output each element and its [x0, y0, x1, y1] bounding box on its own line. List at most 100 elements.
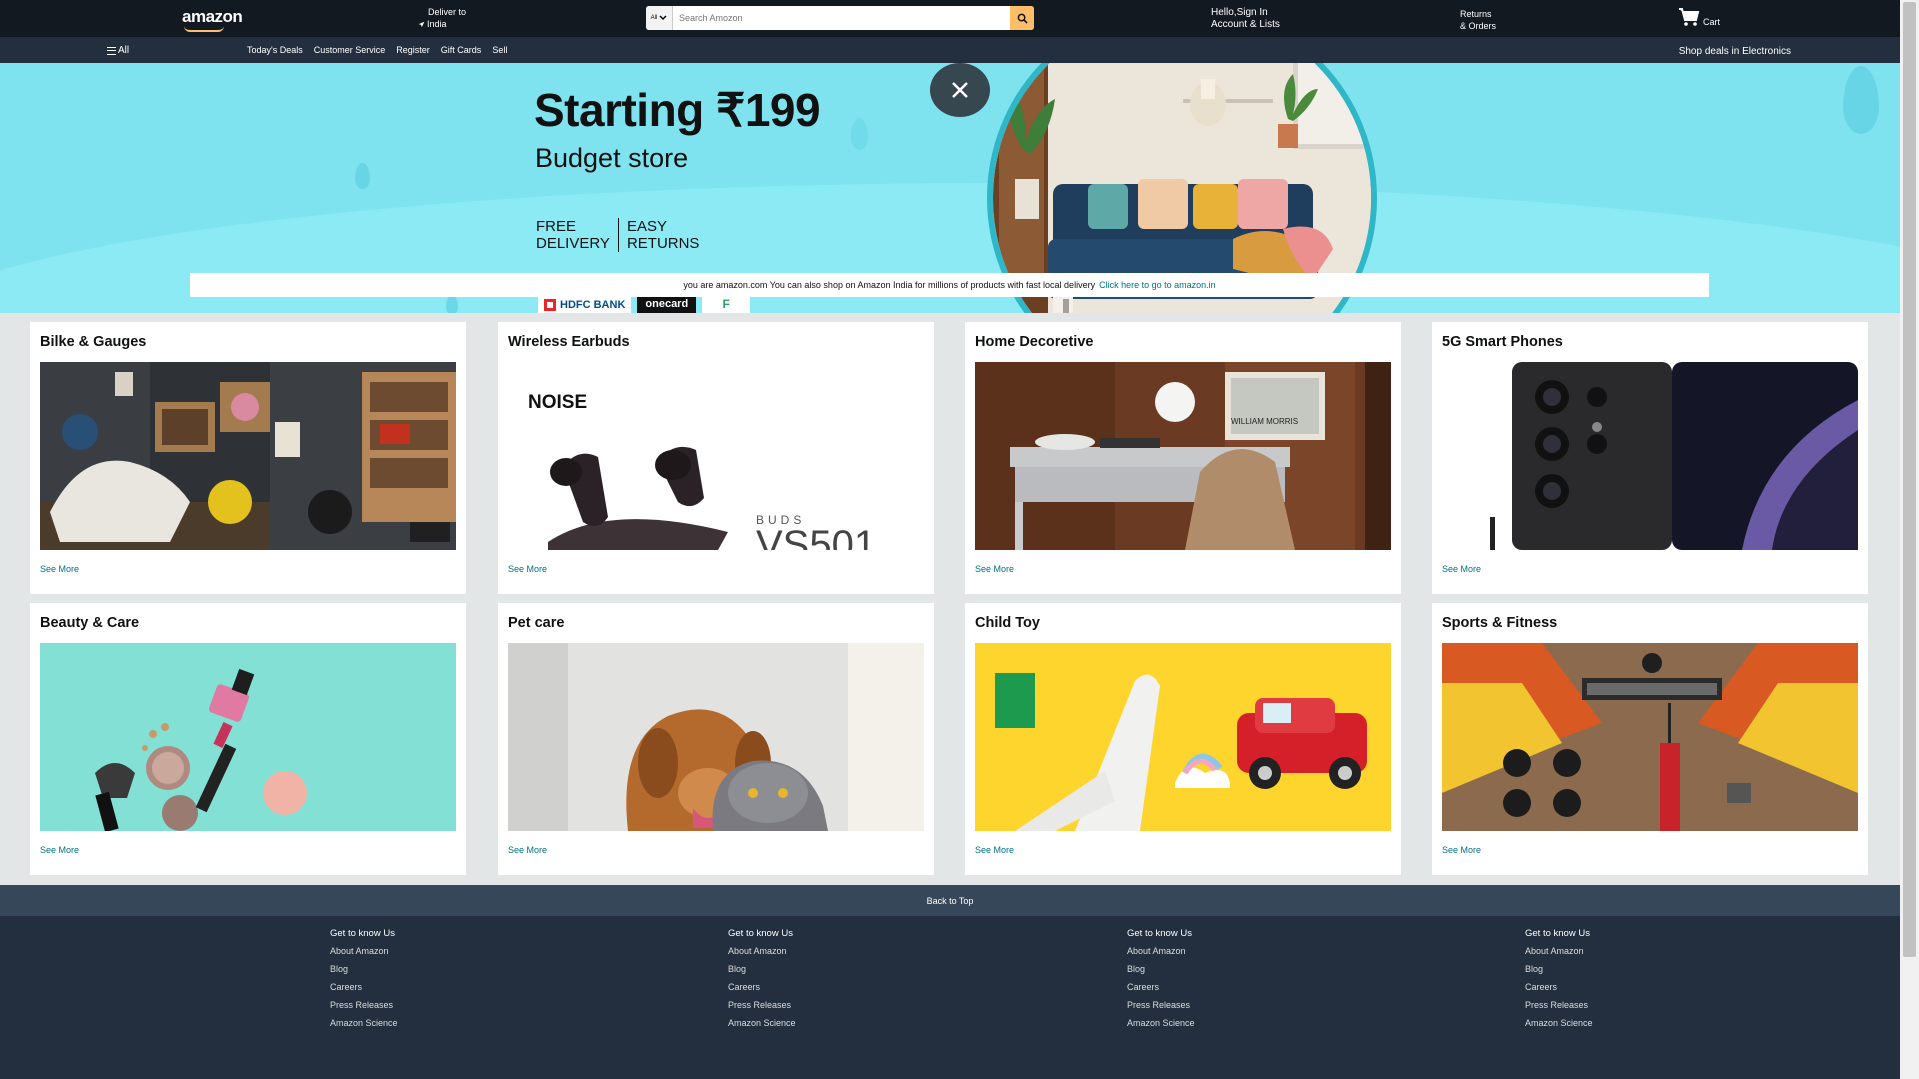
easy-label: EASY — [626, 218, 667, 235]
location-pin-icon — [418, 21, 425, 27]
pet-care-image[interactable] — [508, 643, 924, 831]
returns-label: Returns — [1460, 9, 1492, 19]
footer-link-press[interactable]: Press Releases — [1525, 1000, 1593, 1010]
see-more-link[interactable]: See More — [40, 564, 79, 574]
noise-brand-text: NOISE — [528, 392, 587, 413]
footer-link-press[interactable]: Press Releases — [728, 1000, 796, 1010]
card-title: Beauty & Care — [40, 615, 140, 631]
category-card-child-toy: Child Toy See More — [965, 603, 1401, 875]
notice-text: you are amazon.com You can also shop on … — [683, 280, 1096, 290]
wireless-earbuds-image[interactable]: NOISE BUDS VS501 — [508, 362, 924, 550]
search-input[interactable] — [673, 6, 1010, 30]
see-more-link[interactable]: See More — [508, 564, 547, 574]
bank-offers-strip: HDFC BANK onecard F — [538, 297, 751, 313]
footer-column-heading: Get to know Us — [330, 928, 395, 939]
hdfc-bank-logo: HDFC BANK — [538, 297, 632, 313]
home-decorative-image[interactable]: WILLIAM MORRIS — [975, 362, 1391, 550]
5g-smartphones-image[interactable] — [1442, 362, 1858, 550]
footer-column: Get to know Us About Amazon Blog Careers… — [1127, 928, 1195, 1036]
onecard-logo: onecard — [637, 297, 697, 313]
footer-link-about[interactable]: About Amazon — [1525, 946, 1593, 956]
footer-link-blog[interactable]: Blog — [728, 964, 796, 974]
category-card-sports: Sports & Fitness See More — [1432, 603, 1868, 875]
water-drop-decoration — [1843, 66, 1879, 134]
footer-link-press[interactable]: Press Releases — [1127, 1000, 1195, 1010]
footer-link-careers[interactable]: Careers — [728, 982, 796, 992]
category-card-smartphones: 5G Smart Phones See More — [1432, 322, 1868, 594]
close-icon — [952, 82, 968, 98]
subnav-link-customer-service[interactable]: Customer Service — [314, 45, 386, 55]
see-more-link[interactable]: See More — [508, 845, 547, 855]
footer-link-blog[interactable]: Blog — [1525, 964, 1593, 974]
cart-button[interactable]: Cart — [1678, 7, 1720, 27]
search-icon — [1017, 13, 1028, 24]
see-more-link[interactable]: See More — [975, 845, 1014, 855]
sports-fitness-image[interactable] — [1442, 643, 1858, 831]
deliver-to[interactable]: Deliver to India — [418, 6, 466, 30]
footer-link-blog[interactable]: Blog — [330, 964, 398, 974]
footer-link-careers[interactable]: Careers — [1525, 982, 1593, 992]
card-title: 5G Smart Phones — [1442, 334, 1563, 350]
account-lists[interactable]: Hello,Sign In Account & Lists — [1211, 7, 1280, 31]
card-title: Home Decoretive — [975, 334, 1094, 350]
free-label: FREE — [536, 218, 577, 235]
footer-link-careers[interactable]: Careers — [330, 982, 398, 992]
child-toy-image[interactable] — [975, 643, 1391, 831]
card-title: Child Toy — [975, 615, 1040, 631]
hero-banner[interactable]: Starting ₹199 Budget store FREE DELIVERY… — [0, 63, 1900, 313]
account-lists-label: Account & Lists — [1211, 19, 1280, 30]
deliver-country: India — [427, 19, 447, 29]
top-navbar: amazon Deliver to India All Hello,Sign I… — [0, 0, 1900, 37]
chevron-down-icon — [659, 15, 667, 21]
hdfc-icon — [544, 299, 556, 311]
footer-column-heading: Get to know Us — [1127, 928, 1192, 939]
footer-link-careers[interactable]: Careers — [1127, 982, 1195, 992]
footer-link-press[interactable]: Press Releases — [330, 1000, 398, 1010]
footer-link-science[interactable]: Amazon Science — [1127, 1018, 1195, 1028]
bike-gauges-image[interactable] — [40, 362, 456, 550]
vs501-label: VS501 — [756, 523, 876, 550]
regional-notice-bar: you are amazon.com You can also shop on … — [190, 273, 1709, 297]
water-drop-decoration — [446, 295, 458, 313]
close-banner-button[interactable] — [930, 63, 990, 117]
see-more-link[interactable]: See More — [975, 564, 1014, 574]
see-more-link[interactable]: See More — [40, 845, 79, 855]
category-card-earbuds: Wireless Earbuds NOISE BUDS VS501 See Mo… — [498, 322, 934, 594]
delivery-label: DELIVERY — [536, 235, 610, 252]
search-category-select[interactable]: All — [646, 6, 673, 30]
returns-orders[interactable]: Returns & Orders — [1460, 8, 1496, 32]
footer-link-about[interactable]: About Amazon — [1127, 946, 1195, 956]
footer-link-about[interactable]: About Amazon — [330, 946, 398, 956]
footer-link-about[interactable]: About Amazon — [728, 946, 796, 956]
subnav-links: Today's Deals Customer Service Register … — [247, 45, 507, 55]
water-drop-decoration — [355, 163, 370, 189]
go-to-amazon-in-link[interactable]: Click here to go to amazon.in — [1099, 280, 1216, 290]
footer-column: Get to know Us About Amazon Blog Careers… — [728, 928, 796, 1036]
subnav-link-sell[interactable]: Sell — [492, 45, 507, 55]
hero-title: Starting ₹199 — [534, 84, 821, 136]
see-more-link[interactable]: See More — [1442, 564, 1481, 574]
badge-divider — [617, 218, 619, 252]
footer-link-science[interactable]: Amazon Science — [330, 1018, 398, 1028]
hamburger-icon — [107, 46, 116, 55]
scrollbar-thumb[interactable] — [1903, 2, 1916, 957]
vertical-scrollbar[interactable] — [1900, 0, 1919, 1079]
category-card-bike: Bilke & Gauges See More — [30, 322, 466, 594]
beauty-care-image[interactable] — [40, 643, 456, 831]
footer-link-science[interactable]: Amazon Science — [1525, 1018, 1593, 1028]
subnav-link-register[interactable]: Register — [396, 45, 430, 55]
all-menu-button[interactable]: All — [107, 45, 129, 56]
orders-label: & Orders — [1460, 21, 1497, 31]
subnav-link-gift-cards[interactable]: Gift Cards — [441, 45, 482, 55]
water-drop-decoration — [851, 118, 868, 150]
returns-label: RETURNS — [626, 235, 700, 252]
third-bank-logo: F — [702, 297, 751, 313]
subnav-link-todays-deals[interactable]: Today's Deals — [247, 45, 303, 55]
footer-link-science[interactable]: Amazon Science — [728, 1018, 796, 1028]
footer-link-blog[interactable]: Blog — [1127, 964, 1195, 974]
see-more-link[interactable]: See More — [1442, 845, 1481, 855]
back-to-top-button[interactable]: Back to Top — [0, 885, 1900, 916]
search-button[interactable] — [1010, 6, 1034, 30]
electronics-deal-link[interactable]: Shop deals in Electronics — [1679, 46, 1791, 57]
amazon-logo[interactable]: amazon — [182, 7, 243, 27]
